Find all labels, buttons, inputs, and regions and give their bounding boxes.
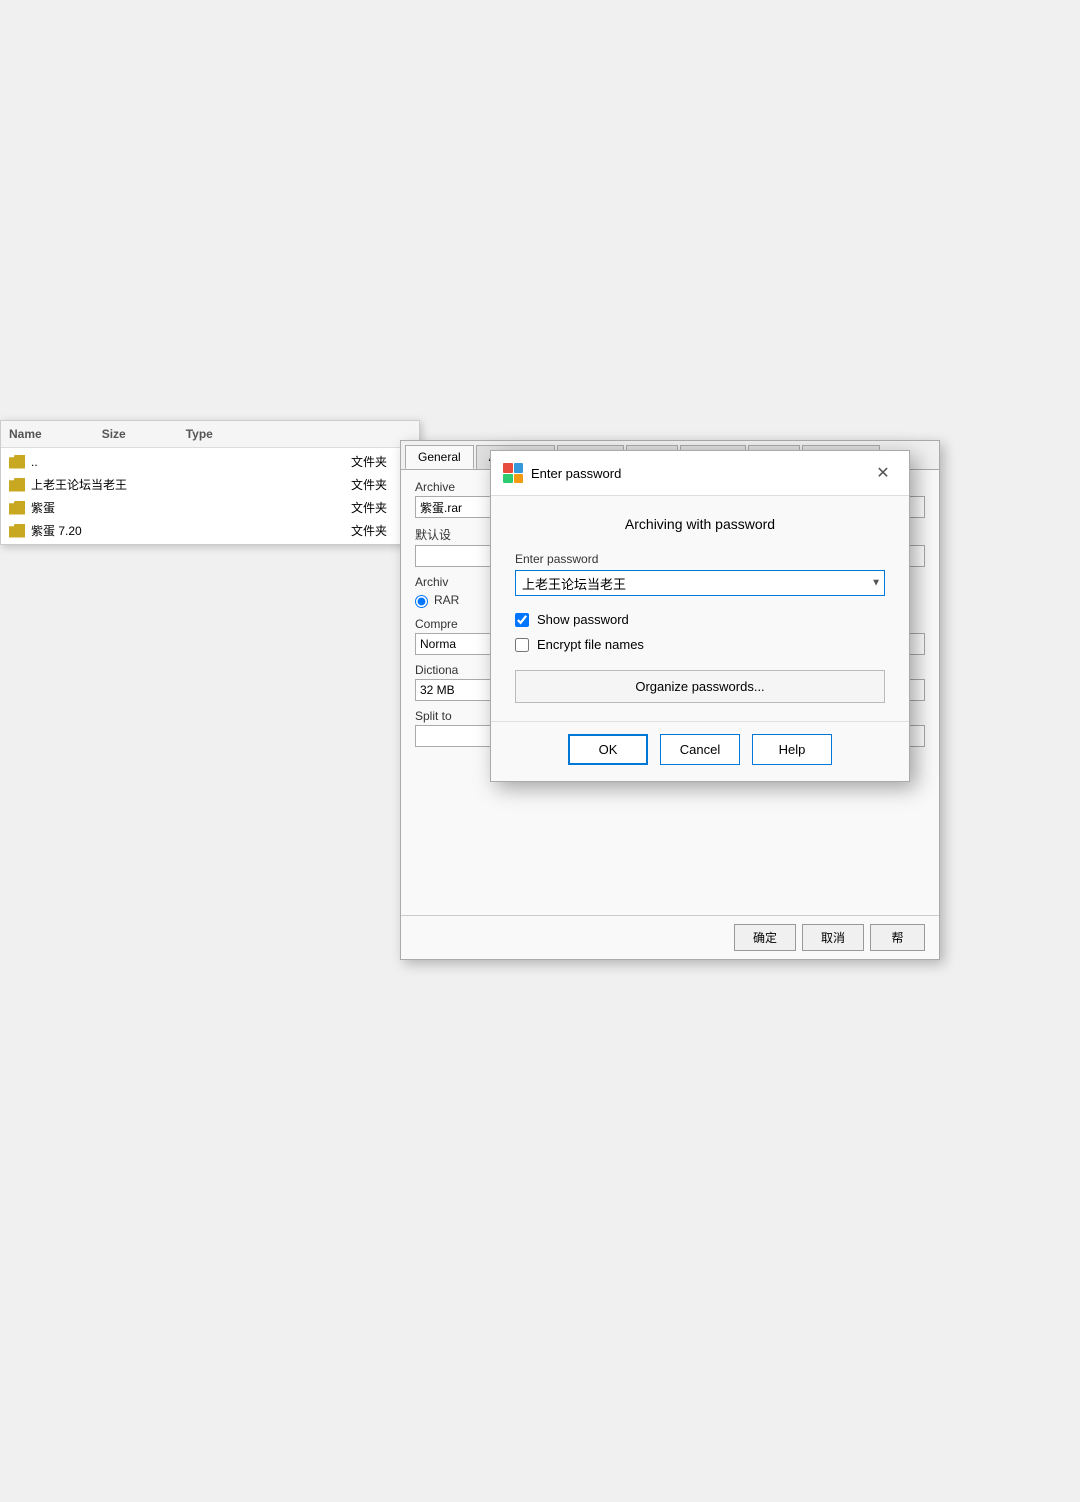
file-list: .. 文件夹 上老王论坛当老王 文件夹 紫蛋 文件夹 紫蛋 7.20 文件夹 <box>1 448 419 544</box>
organize-passwords-button[interactable]: Organize passwords... <box>515 670 885 703</box>
file-name: 上老王论坛当老王 <box>31 476 279 493</box>
archive-ok-button[interactable]: 确定 <box>734 924 796 951</box>
show-password-label[interactable]: Show password <box>537 612 629 627</box>
dialog-buttons: OK Cancel Help <box>491 721 909 781</box>
encrypt-filenames-checkbox[interactable] <box>515 638 529 652</box>
list-item[interactable]: 紫蛋 文件夹 <box>1 496 419 519</box>
file-name: 紫蛋 7.20 <box>31 522 279 539</box>
format-rar-radio[interactable] <box>415 595 428 608</box>
winrar-icon-q1 <box>503 463 513 473</box>
password-dialog-titlebar: Enter password ✕ <box>491 451 909 496</box>
archive-bottom: 确定 取消 帮 <box>401 915 939 959</box>
dialog-title: Enter password <box>531 466 621 481</box>
file-manager-header: Name Size Type <box>1 421 419 448</box>
format-rar-label: RAR <box>434 593 459 607</box>
file-name: .. <box>31 455 279 469</box>
winrar-icon <box>503 463 523 483</box>
show-password-checkbox[interactable] <box>515 613 529 627</box>
winrar-icon-q2 <box>514 463 524 473</box>
archive-help-button[interactable]: 帮 <box>870 924 925 951</box>
show-password-row: Show password <box>515 612 885 627</box>
cancel-button[interactable]: Cancel <box>660 734 740 765</box>
tab-general[interactable]: General <box>405 445 474 469</box>
enter-password-label: Enter password <box>515 552 885 566</box>
folder-icon <box>9 501 25 515</box>
folder-icon <box>9 455 25 469</box>
list-item[interactable]: 紫蛋 7.20 文件夹 <box>1 519 419 542</box>
close-button[interactable]: ✕ <box>869 459 897 487</box>
column-name: Name <box>9 427 42 441</box>
file-name: 紫蛋 <box>31 499 279 516</box>
help-button[interactable]: Help <box>752 734 832 765</box>
list-item[interactable]: .. 文件夹 <box>1 450 419 473</box>
ok-button[interactable]: OK <box>568 734 648 765</box>
archive-cancel-button[interactable]: 取消 <box>802 924 864 951</box>
password-input[interactable] <box>515 570 885 596</box>
column-size: Size <box>102 427 126 441</box>
column-type: Type <box>186 427 213 441</box>
winrar-icon-q4 <box>514 474 524 484</box>
encrypt-filenames-row: Encrypt file names <box>515 637 885 652</box>
folder-icon <box>9 478 25 492</box>
titlebar-left: Enter password <box>503 463 621 483</box>
list-item[interactable]: 上老王论坛当老王 文件夹 <box>1 473 419 496</box>
dialog-subtitle: Archiving with password <box>515 516 885 532</box>
file-manager: Name Size Type .. 文件夹 上老王论坛当老王 文件夹 紫蛋 文件… <box>0 420 420 545</box>
password-dialog-body: Archiving with password Enter password ▼… <box>491 496 909 721</box>
folder-icon <box>9 524 25 538</box>
encrypt-filenames-label[interactable]: Encrypt file names <box>537 637 644 652</box>
password-input-wrapper: ▼ <box>515 570 885 596</box>
winrar-icon-q3 <box>503 474 513 484</box>
password-dialog: Enter password ✕ Archiving with password… <box>490 450 910 782</box>
